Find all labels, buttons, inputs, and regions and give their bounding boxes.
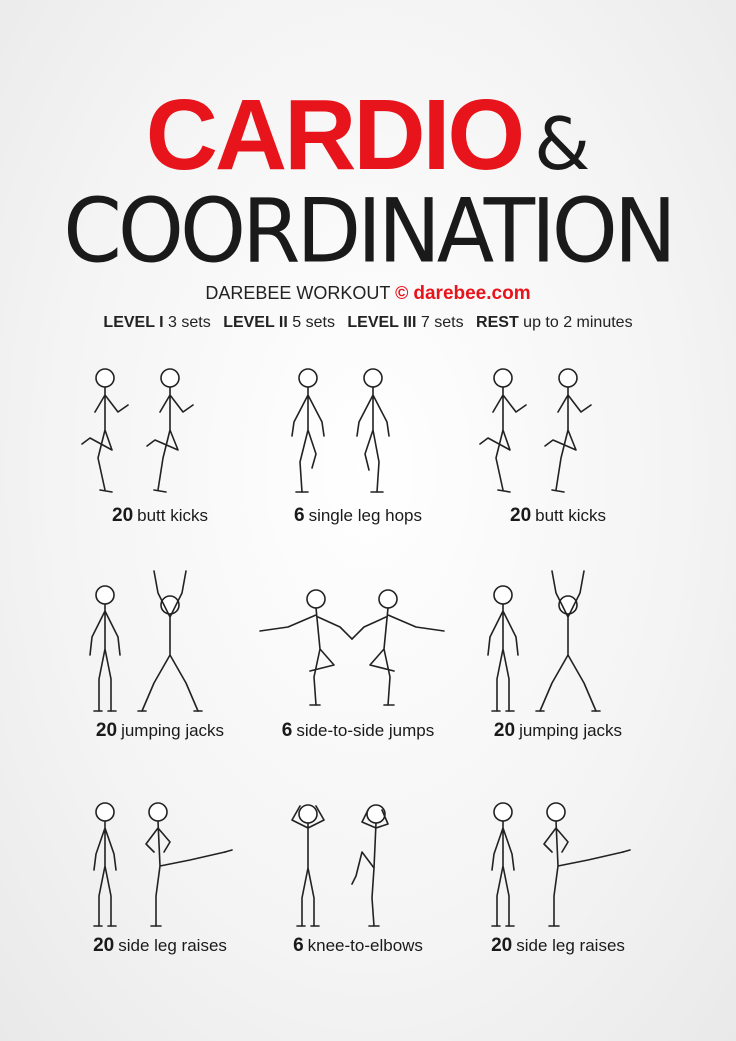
copyright-icon: ©: [395, 283, 409, 303]
exercise-name: side-to-side jumps: [296, 721, 435, 740]
level-2-name: LEVEL II: [223, 314, 288, 331]
exercise-card: 6 knee-to-elbows: [248, 780, 468, 985]
title-row: CARDIO &: [0, 78, 736, 193]
exercise-count: 20: [95, 720, 118, 741]
rest-name: REST: [476, 314, 519, 331]
level-3-value: 7 sets: [420, 314, 464, 331]
exercise-name: butt kicks: [535, 506, 606, 525]
single-leg-hops-icon: [291, 368, 390, 493]
exercise-label: 20 jumping jacks: [448, 720, 668, 742]
exercise-card: 20 side leg raises: [448, 780, 668, 985]
butt-kicks-icon: [479, 368, 592, 493]
exercise-label: 20 butt kicks: [448, 505, 668, 527]
level-3-name: LEVEL III: [347, 314, 417, 331]
levels-line: LEVEL I 3 sets LEVEL II 5 sets LEVEL III…: [0, 314, 736, 332]
exercise-count: 20: [491, 935, 513, 956]
exercise-count: 20: [493, 720, 516, 741]
exercise-name: jumping jacks: [121, 721, 225, 740]
side-leg-raises-icon: [93, 802, 233, 927]
exercise-name: single leg hops: [308, 506, 422, 525]
side-to-side-jumps-icon: [259, 589, 445, 706]
exercise-card: 20 jumping jacks: [50, 565, 270, 770]
title-coordination: COORDINATION: [63, 179, 677, 283]
exercise-count: 6: [294, 505, 305, 526]
exercise-name: side leg raises: [516, 936, 625, 955]
exercise-card: 6 single leg hops: [248, 350, 468, 555]
workout-poster: CARDIO & COORDINATION DAREBEE WORKOUT © d…: [0, 0, 736, 1041]
jumping-jacks-icon: [89, 570, 203, 712]
exercise-label: 20 jumping jacks: [50, 720, 270, 742]
exercise-label: 6 knee-to-elbows: [248, 935, 468, 957]
exercise-card: 20 butt kicks: [50, 350, 270, 555]
brand-site: darebee.com: [413, 283, 531, 304]
exercise-label: 20 butt kicks: [50, 505, 270, 527]
exercise-count: 20: [93, 935, 115, 956]
title-ampersand: &: [534, 102, 591, 186]
title-cardio: CARDIO: [145, 79, 525, 191]
exercise-card: 20 jumping jacks: [448, 565, 668, 770]
jumping-jacks-icon: [487, 570, 601, 712]
exercise-label: 20 side leg raises: [50, 935, 270, 957]
level-2-value: 5 sets: [292, 314, 335, 331]
side-leg-raises-icon: [491, 802, 631, 927]
knee-to-elbows-icon: [291, 804, 389, 927]
exercise-name: butt kicks: [137, 506, 208, 525]
exercise-label: 20 side leg raises: [448, 935, 668, 957]
exercise-label: 6 side-to-side jumps: [248, 720, 468, 742]
level-1-value: 3 sets: [168, 314, 211, 331]
exercise-name: side leg raises: [118, 936, 227, 955]
rest-value: up to 2 minutes: [523, 314, 633, 331]
exercise-count: 20: [510, 505, 532, 526]
exercise-count: 6: [281, 720, 293, 741]
brand-prefix: DAREBEE WORKOUT: [205, 283, 391, 303]
level-1-name: LEVEL I: [103, 314, 164, 331]
exercise-count: 6: [293, 935, 304, 956]
exercise-card: 6 side-to-side jumps: [248, 565, 468, 770]
butt-kicks-icon: [81, 368, 194, 493]
exercise-label: 6 single leg hops: [248, 505, 468, 527]
exercise-card: 20 butt kicks: [448, 350, 668, 555]
exercise-name: knee-to-elbows: [307, 936, 423, 955]
exercise-name: jumping jacks: [519, 721, 623, 740]
brand-line: DAREBEE WORKOUT © darebee.com: [0, 283, 736, 305]
exercise-card: 20 side leg raises: [50, 780, 270, 985]
exercise-count: 20: [112, 505, 134, 526]
